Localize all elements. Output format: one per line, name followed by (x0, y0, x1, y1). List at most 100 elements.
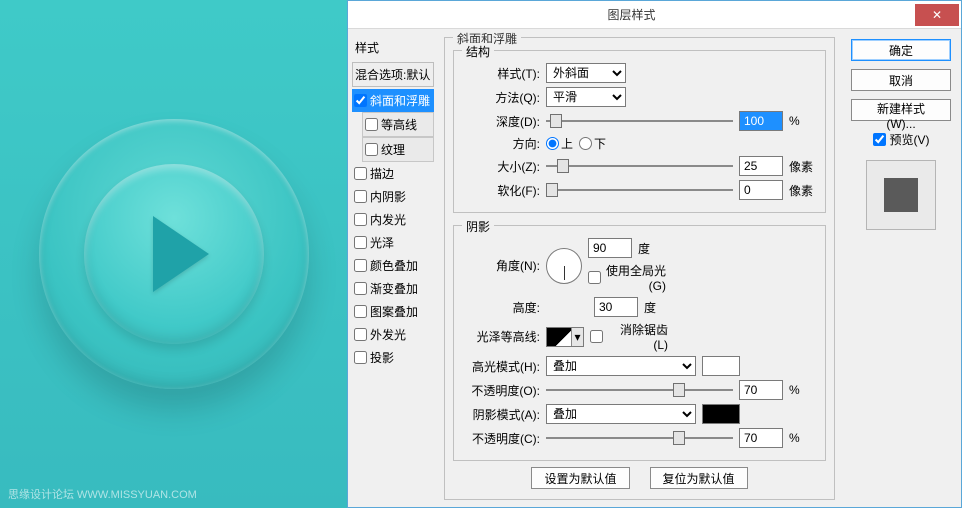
soften-unit: 像素 (789, 182, 817, 199)
style-item-10[interactable]: 外发光 (352, 323, 434, 346)
close-button[interactable]: ✕ (915, 4, 959, 26)
shadow-opacity-input[interactable] (739, 428, 783, 448)
bevel-group: 斜面和浮雕 结构 样式(T): 外斜面 方法(Q): 平滑 深度(D): (444, 37, 835, 500)
preview-checkbox[interactable] (873, 133, 886, 146)
blend-options[interactable]: 混合选项:默认 (352, 62, 434, 87)
preview-thumbnail (866, 160, 936, 230)
titlebar: 图层样式 ✕ (348, 1, 961, 29)
altitude-label: 高度: (462, 299, 540, 316)
angle-unit: 度 (638, 240, 650, 257)
depth-unit: % (789, 114, 817, 128)
direction-label: 方向: (462, 135, 540, 152)
preview-label: 预览(V) (890, 131, 930, 148)
left-preview-panel: 思缘设计论坛 WWW.MISSYUAN.COM (0, 0, 347, 508)
highlight-opacity-slider[interactable] (546, 383, 733, 397)
styles-header: 样式 (352, 35, 434, 60)
gloss-label: 光泽等高线: (462, 328, 540, 345)
size-input[interactable] (739, 156, 783, 176)
gloss-contour-picker[interactable]: ▾ (546, 327, 584, 347)
highlight-opacity-input[interactable] (739, 380, 783, 400)
style-item-label: 图案叠加 (370, 303, 418, 320)
style-item-7[interactable]: 颜色叠加 (352, 254, 434, 277)
make-default-button[interactable]: 设置为默认值 (531, 467, 629, 489)
structure-legend: 结构 (462, 43, 494, 60)
shading-group: 阴影 角度(N): 度 使用全局光(G) 高度: (453, 225, 826, 461)
pct-unit-2: % (789, 431, 817, 445)
style-checkbox[interactable] (354, 351, 367, 364)
style-item-label: 颜色叠加 (370, 257, 418, 274)
style-checkbox[interactable] (354, 190, 367, 203)
style-item-8[interactable]: 渐变叠加 (352, 277, 434, 300)
chevron-down-icon: ▾ (571, 328, 583, 346)
technique-select[interactable]: 平滑 (546, 87, 626, 107)
style-checkbox[interactable] (354, 213, 367, 226)
depth-label: 深度(D): (462, 113, 540, 130)
pct-unit: % (789, 383, 817, 397)
size-slider[interactable] (546, 159, 733, 173)
direction-down[interactable]: 下 (579, 135, 606, 152)
style-checkbox[interactable] (354, 282, 367, 295)
altitude-unit: 度 (644, 299, 656, 316)
style-item-6[interactable]: 光泽 (352, 231, 434, 254)
style-item-label: 渐变叠加 (370, 280, 418, 297)
style-checkbox[interactable] (354, 328, 367, 341)
style-item-label: 内发光 (370, 211, 406, 228)
style-item-label: 纹理 (381, 141, 405, 158)
depth-slider[interactable] (546, 114, 733, 128)
shadow-opacity-slider[interactable] (546, 431, 733, 445)
antialias-checkbox[interactable]: 消除锯齿(L) (590, 321, 668, 352)
style-checkbox[interactable] (354, 94, 367, 107)
ok-button[interactable]: 确定 (851, 39, 951, 61)
soften-slider[interactable] (546, 183, 733, 197)
watermark-left: 思缘设计论坛 WWW.MISSYUAN.COM (8, 486, 197, 502)
highlight-mode-select[interactable]: 叠加 (546, 356, 696, 376)
style-select[interactable]: 外斜面 (546, 63, 626, 83)
global-light-checkbox[interactable]: 使用全局光(G) (588, 262, 666, 293)
style-item-label: 光泽 (370, 234, 394, 251)
cancel-button[interactable]: 取消 (851, 69, 951, 91)
style-item-label: 投影 (370, 349, 394, 366)
style-item-2[interactable]: 纹理 (362, 137, 434, 162)
direction-up[interactable]: 上 (546, 135, 573, 152)
technique-label: 方法(Q): (462, 89, 540, 106)
angle-dial[interactable] (546, 248, 582, 284)
shadow-opacity-label: 不透明度(C): (462, 430, 540, 447)
style-checkbox[interactable] (354, 259, 367, 272)
reset-default-button[interactable]: 复位为默认值 (650, 467, 748, 489)
shadow-mode-label: 阴影模式(A): (462, 406, 540, 423)
size-unit: 像素 (789, 158, 817, 175)
new-style-button[interactable]: 新建样式(W)... (851, 99, 951, 121)
style-item-4[interactable]: 内阴影 (352, 185, 434, 208)
soften-input[interactable] (739, 180, 783, 200)
shading-legend: 阴影 (462, 218, 494, 235)
play-button-inner (84, 164, 264, 344)
highlight-mode-label: 高光模式(H): (462, 358, 540, 375)
style-label: 样式(T): (462, 65, 540, 82)
style-item-3[interactable]: 描边 (352, 162, 434, 185)
layer-style-dialog: 图层样式 ✕ 样式 混合选项:默认 斜面和浮雕等高线纹理描边内阴影内发光光泽颜色… (347, 0, 962, 508)
style-checkbox[interactable] (354, 236, 367, 249)
altitude-input[interactable] (594, 297, 638, 317)
shadow-mode-select[interactable]: 叠加 (546, 404, 696, 424)
style-item-11[interactable]: 投影 (352, 346, 434, 369)
highlight-opacity-label: 不透明度(O): (462, 382, 540, 399)
soften-label: 软化(F): (462, 182, 540, 199)
style-item-label: 描边 (370, 165, 394, 182)
structure-group: 结构 样式(T): 外斜面 方法(Q): 平滑 深度(D): % (453, 50, 826, 213)
style-item-1[interactable]: 等高线 (362, 112, 434, 137)
style-item-label: 内阴影 (370, 188, 406, 205)
style-item-9[interactable]: 图案叠加 (352, 300, 434, 323)
highlight-color-swatch[interactable] (702, 356, 740, 376)
settings-panel: 斜面和浮雕 结构 样式(T): 外斜面 方法(Q): 平滑 深度(D): (438, 29, 841, 507)
style-checkbox[interactable] (354, 167, 367, 180)
angle-label: 角度(N): (462, 257, 540, 274)
style-item-5[interactable]: 内发光 (352, 208, 434, 231)
style-checkbox[interactable] (365, 118, 378, 131)
shadow-color-swatch[interactable] (702, 404, 740, 424)
depth-input[interactable] (739, 111, 783, 131)
style-checkbox[interactable] (354, 305, 367, 318)
style-checkbox[interactable] (365, 143, 378, 156)
style-item-0[interactable]: 斜面和浮雕 (352, 89, 434, 112)
angle-input[interactable] (588, 238, 632, 258)
dialog-right-column: 确定 取消 新建样式(W)... 预览(V) (841, 29, 961, 507)
